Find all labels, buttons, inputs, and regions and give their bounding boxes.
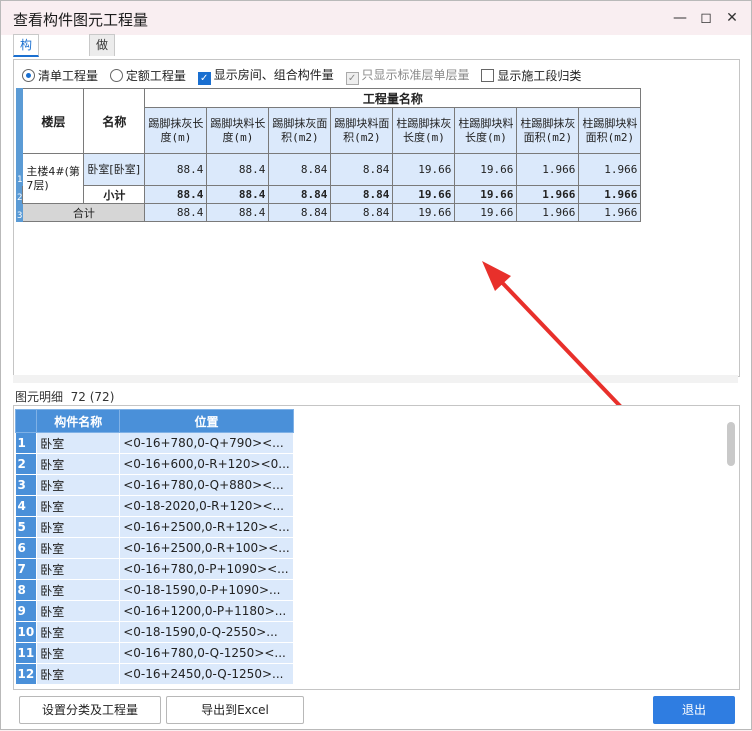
position-cell: <0-16+780,0-Q+880><... [119,474,294,496]
component-name-cell: 卧室 [36,600,121,622]
position-cell: <0-16+780,0-P+1090><... [119,558,294,580]
row-number: 3 [15,474,38,496]
component-name-cell: 卧室 [36,579,121,601]
detail-label-text: 图元明细 [15,390,64,404]
table-row[interactable]: 4 卧室 <0-18-2020,0-R+120><... [15,495,294,517]
row-number: 12 [15,663,38,685]
settings-button[interactable]: 设置分类及工程量 [19,696,161,724]
table-row[interactable]: 3 卧室 <0-16+780,0-Q+880><... [15,474,294,496]
table-row[interactable]: 8 卧室 <0-18-1590,0-P+1090>... [15,579,294,601]
row-number: 1 [15,432,38,454]
position-cell: <0-16+1200,0-P+1180>... [119,600,294,622]
position-cell: <0-16+780,0-Q+790><... [119,432,294,454]
component-name-cell: 卧室 [36,432,121,454]
detail-count: 72 (72) [70,390,115,404]
component-name-cell: 卧室 [36,495,121,517]
row-number: 9 [15,600,38,622]
component-name-header: 构件名称 [36,409,121,433]
position-header: 位置 [119,409,294,433]
component-name-cell: 卧室 [36,558,121,580]
row-number: 10 [15,621,38,643]
table-row[interactable]: 11 卧室 <0-16+780,0-Q-1250><... [15,642,294,664]
row-number: 6 [15,537,38,559]
component-name-cell: 卧室 [36,516,121,538]
component-name-cell: 卧室 [36,663,121,685]
position-cell: <0-16+2500,0-R+100><... [119,537,294,559]
component-name-cell: 卧室 [36,642,121,664]
table-row[interactable]: 9 卧室 <0-16+1200,0-P+1180>... [15,600,294,622]
detail-title: 图元明细 72 (72) [15,388,114,405]
arrow-shaft [491,271,623,409]
table-row[interactable]: 10 卧室 <0-18-1590,0-Q-2550>... [15,621,294,643]
export-excel-button[interactable]: 导出到Excel [166,696,304,724]
position-cell: <0-16+2500,0-R+120><... [119,516,294,538]
row-number: 11 [15,642,38,664]
position-cell: <0-16+2450,0-Q-1250>... [119,663,294,685]
row-number: 7 [15,558,38,580]
row-number: 8 [15,579,38,601]
position-cell: <0-18-1590,0-Q-2550>... [119,621,294,643]
detail-panel: 构件名称 位置 1 卧室 <0-16+780,0-Q+790><... 2 卧室 <0-1… [13,405,740,690]
table-row[interactable]: 5 卧室 <0-16+2500,0-R+120><... [15,516,294,538]
component-name-cell: 卧室 [36,453,121,475]
table-row[interactable]: 12 卧室 <0-16+2450,0-Q-1250>... [15,663,294,685]
vertical-scrollbar[interactable] [727,422,735,466]
table-row[interactable]: 1 卧室 <0-16+780,0-Q+790><... [15,432,294,454]
row-number: 4 [15,495,38,517]
exit-button[interactable]: 退出 [653,696,735,724]
component-name-cell: 卧室 [36,537,121,559]
component-name-cell: 卧室 [36,474,121,496]
row-number: 5 [15,516,38,538]
table-row[interactable]: 2 卧室 <0-16+600,0-R+120><0... [15,453,294,475]
position-cell: <0-18-2020,0-R+120><... [119,495,294,517]
detail-table: 构件名称 位置 1 卧室 <0-16+780,0-Q+790><... 2 卧室 <0-1… [14,409,294,685]
table-row[interactable]: 6 卧室 <0-16+2500,0-R+100><... [15,537,294,559]
component-name-cell: 卧室 [36,621,121,643]
row-number: 2 [15,453,38,475]
position-cell: <0-16+600,0-R+120><0... [119,453,294,475]
position-cell: <0-16+780,0-Q-1250><... [119,642,294,664]
quantity-window: 查看构件图元工程量 — ◻ ✕ 构件工程量 做法工程量 清单工程量 定额工程量 … [0,0,752,730]
row-number-header [14,409,38,433]
position-cell: <0-18-1590,0-P+1090>... [119,579,294,601]
button-bar: 设置分类及工程量 导出到Excel 退出 [1,691,751,729]
table-row[interactable]: 7 卧室 <0-16+780,0-P+1090><... [15,558,294,580]
